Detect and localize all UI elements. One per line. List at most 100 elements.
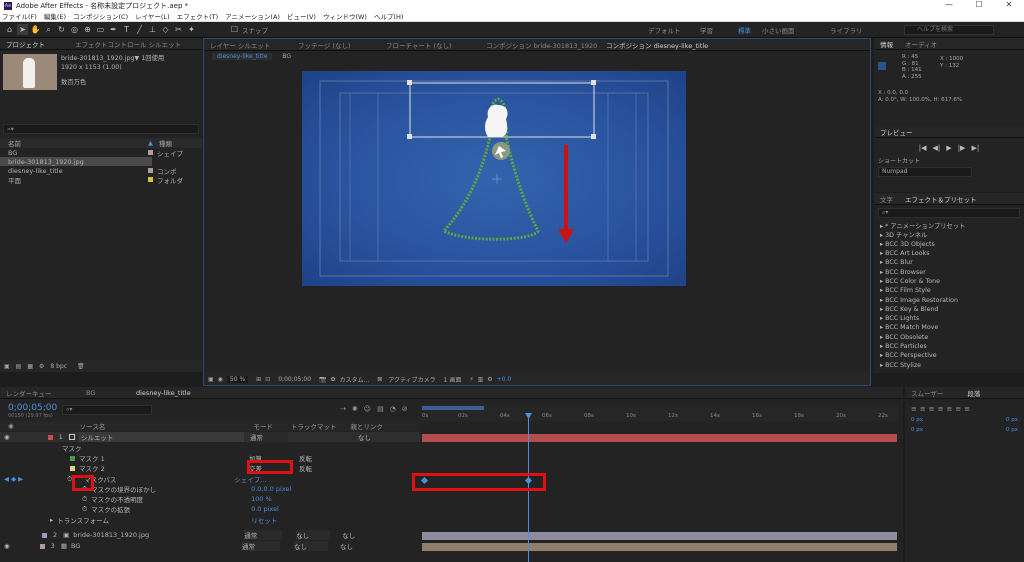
justify-left-icon[interactable]: ≡ <box>938 405 944 413</box>
tab-effects-presets[interactable]: エフェクト＆プリセット <box>899 194 983 204</box>
indent-left-value[interactable]: 0 px <box>911 417 923 423</box>
settings-icon[interactable]: ⚙ <box>39 363 44 370</box>
menu-effect[interactable]: エフェクト(T) <box>177 11 219 21</box>
tab-info[interactable]: 情報 <box>874 39 899 49</box>
tab-diesney-title[interactable]: diesney-like_title <box>130 389 197 397</box>
camera-tool-icon[interactable]: ◎ <box>69 24 80 35</box>
tab-comp-title[interactable]: コンポジション diesney-like_title <box>600 40 714 50</box>
rotate-tool-icon[interactable]: ↻ <box>56 24 67 35</box>
effects-item[interactable]: ▸ BCC 3D Objects <box>874 240 1024 249</box>
project-search-input[interactable]: ⌕▾ <box>3 124 199 134</box>
effects-item[interactable]: ▸ BCC Image Restoration <box>874 295 1024 304</box>
work-area-bar[interactable] <box>422 406 484 410</box>
trash-icon[interactable]: 🗑 <box>77 363 85 370</box>
composition-canvas[interactable] <box>302 71 686 286</box>
breadcrumb-bg[interactable]: BG <box>282 53 291 60</box>
menu-file[interactable]: ファイル(F) <box>2 11 37 21</box>
effects-item[interactable]: ▸ BCC Film Style <box>874 286 1024 295</box>
mask-opacity-row[interactable]: ⏱ マスクの不透明度 100 % <box>0 494 420 505</box>
last-frame-button[interactable]: ▶| <box>971 144 979 152</box>
tab-comp-bride[interactable]: コンポジション bride-301813_1920 <box>480 40 600 50</box>
breadcrumb-comp[interactable]: diesney-like_title <box>212 53 273 60</box>
justify-right-icon[interactable]: ≡ <box>955 405 961 413</box>
workspace-small-screen[interactable]: 小さい画面 <box>762 25 795 35</box>
next-frame-button[interactable]: |▶ <box>958 144 966 152</box>
opacity-value[interactable]: 100 % <box>251 495 272 503</box>
pen-tool-icon[interactable]: ✒ <box>108 24 119 35</box>
workspace-learn[interactable]: 学習 <box>700 25 713 35</box>
maximize-button[interactable]: ☐ <box>964 0 994 9</box>
layer-bar-bg[interactable] <box>422 543 897 551</box>
hand-tool-icon[interactable]: ✋ <box>30 24 41 35</box>
motion-blur-icon[interactable]: ◔ <box>390 405 396 413</box>
project-item-folder[interactable]: 平面 フォルダ <box>0 175 202 185</box>
puppet-tool-icon[interactable]: ✦ <box>186 24 197 35</box>
col-source-name[interactable]: ソース名 <box>80 421 106 431</box>
tab-effects-controls[interactable]: エフェクトコントロール シルエット <box>69 39 187 49</box>
layer-bar-silhouette[interactable] <box>422 434 897 442</box>
opacity-stopwatch-icon[interactable]: ⏱ <box>82 495 87 504</box>
brush-tool-icon[interactable]: ╱ <box>134 24 145 35</box>
first-frame-button[interactable]: |◀ <box>919 144 927 152</box>
mask1-color[interactable] <box>70 455 75 461</box>
mask-expansion-row[interactable]: ⏱ マスクの拡張 0.0 pixel <box>0 504 420 515</box>
space-after-value[interactable]: 0 px <box>1006 427 1018 433</box>
graph-editor-icon[interactable]: ⊘ <box>402 405 408 413</box>
effects-item[interactable]: ▸ BCC Lights <box>874 314 1024 323</box>
workspace-library[interactable]: ライブラリ <box>830 25 863 35</box>
tab-smoother[interactable]: スムーザー <box>905 388 949 398</box>
close-button[interactable]: ✕ <box>994 0 1024 9</box>
mask1-row[interactable]: マスク 1 加算 反転 <box>0 453 420 463</box>
mask-group-row[interactable]: マスク <box>0 443 420 453</box>
transform-reset[interactable]: リセット <box>251 515 277 525</box>
mask-visibility-icon[interactable]: ◉ <box>218 376 223 383</box>
time-ruler[interactable]: 0s 02s 04s 06s 08s 10s 12s 14s 16s 18s 2… <box>420 404 898 421</box>
layer-row-silhouette[interactable]: ◉ 1 シルエット 通常 なし <box>0 432 420 442</box>
menu-edit[interactable]: 編集(E) <box>44 11 66 21</box>
col-name[interactable]: 名前 <box>8 138 148 148</box>
expansion-value[interactable]: 0.0 pixel <box>251 505 279 513</box>
tab-render-queue[interactable]: レンダーキュー <box>0 388 80 398</box>
new-folder-icon[interactable]: ▤ <box>16 363 22 370</box>
layer-mode[interactable]: 通常 <box>241 541 280 551</box>
tab-bg[interactable]: BG <box>80 389 130 397</box>
selection-tool-icon[interactable]: ➤ <box>17 24 28 35</box>
timeline-search-input[interactable]: ⌕▾ <box>62 405 152 415</box>
menu-animation[interactable]: アニメーション(A) <box>225 11 280 21</box>
mask2-invert[interactable]: 反転 <box>299 463 312 473</box>
menu-view[interactable]: ビュー(V) <box>287 11 316 21</box>
indent-right-value[interactable]: 0 px <box>1006 417 1018 423</box>
prev-frame-button[interactable]: ◀| <box>933 144 941 152</box>
layer-parent[interactable]: なし <box>342 530 355 540</box>
keyframe-nav-icon[interactable]: ◀ ◆ ▶ <box>4 475 23 483</box>
label-color[interactable] <box>39 543 45 549</box>
feather-value[interactable]: 0.0,0.0 pixel <box>251 485 291 493</box>
layer-parent[interactable]: なし <box>340 541 353 551</box>
type-tool-icon[interactable]: T <box>121 24 132 35</box>
zoom-tool-icon[interactable]: ⌕ <box>43 24 54 35</box>
resolution-select[interactable]: カスタム... <box>340 375 370 384</box>
mask-path-row[interactable]: ◀ ◆ ▶ ⏱ マスクパス シェイプ... <box>0 474 420 485</box>
layer-bar-bride[interactable] <box>422 532 897 540</box>
menu-layer[interactable]: レイヤー(L) <box>135 11 170 21</box>
layer-name[interactable]: bride-301813_1920.jpg <box>73 531 238 539</box>
effects-item[interactable]: ▸ BCC Obsolete <box>874 333 1024 342</box>
layer-trkmat[interactable]: なし <box>293 541 328 551</box>
views-select[interactable]: 1 画面 <box>444 375 462 384</box>
layer-row-bride[interactable]: 2 ▣ bride-301813_1920.jpg 通常 なし なし <box>0 530 420 540</box>
indent-first-value[interactable]: 0 px <box>911 427 923 433</box>
label-color[interactable] <box>42 532 47 538</box>
transform-row[interactable]: ▸ トランスフォーム リセット <box>0 515 420 525</box>
grid-icon[interactable]: ⊞ <box>256 376 261 383</box>
align-right-icon[interactable]: ≡ <box>929 405 935 413</box>
channel-icon[interactable]: ✿ <box>331 376 336 383</box>
layer-row-bg[interactable]: ◉ 3 ▦ BG 通常 なし なし <box>0 541 420 551</box>
exposure-value[interactable]: +0.0 <box>497 376 512 383</box>
help-search-input[interactable]: ヘルプを検索 <box>904 25 994 35</box>
effects-item[interactable]: ▸ BCC Art Looks <box>874 249 1024 258</box>
project-item-selected[interactable]: bride-301813_1920.jpg <box>0 157 152 166</box>
layer-name[interactable]: シルエット <box>78 432 244 442</box>
camera-select[interactable]: アクティブカメラ <box>388 375 435 384</box>
transparency-grid-icon[interactable]: ⊠ <box>377 376 382 383</box>
menu-composition[interactable]: コンポジション(C) <box>73 11 128 21</box>
